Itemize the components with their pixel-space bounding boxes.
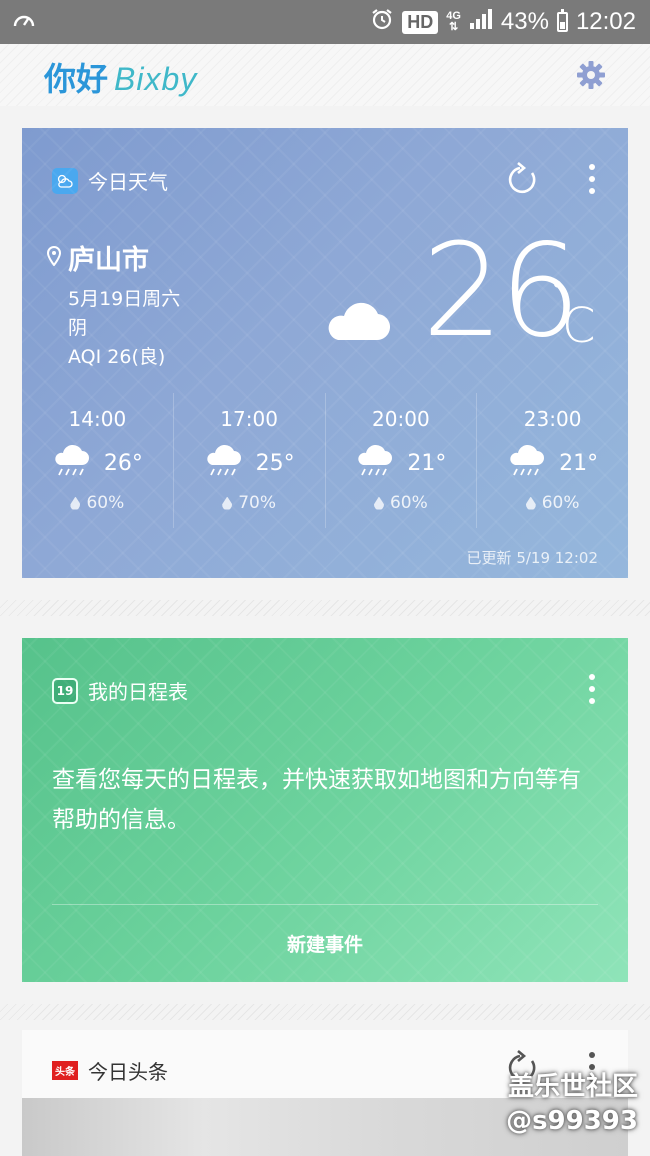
- air-quality: AQI 26(良): [68, 346, 166, 368]
- hourly-item: 20:00 21° 60%: [324, 393, 477, 528]
- battery-icon: [556, 9, 568, 32]
- raindrop-icon: [70, 496, 81, 510]
- clock: 12:02: [575, 8, 636, 35]
- temperature-unit: C: [562, 298, 596, 354]
- more-options-icon[interactable]: [588, 164, 596, 194]
- rain-cloud-icon: [507, 443, 545, 483]
- toutiao-logo: 头条: [52, 1061, 78, 1080]
- more-options-icon[interactable]: [588, 674, 596, 704]
- hour-time: 23:00: [523, 407, 582, 431]
- refresh-icon[interactable]: [504, 162, 540, 198]
- hourly-item: 17:00 25° 70%: [172, 393, 325, 528]
- rain-chance: 60%: [541, 493, 580, 513]
- news-card-title: 今日头条: [88, 1060, 168, 1084]
- calendar-icon: 19: [52, 677, 78, 704]
- city-name: 庐山市: [68, 245, 149, 276]
- signal-icon: [469, 8, 493, 37]
- speedometer-icon: [12, 10, 36, 39]
- weather-app-icon: [52, 167, 78, 194]
- raindrop-icon: [373, 496, 384, 510]
- rain-cloud-icon: [204, 443, 242, 483]
- weather-card-title: 今日天气: [88, 170, 168, 194]
- raindrop-icon: [525, 496, 536, 510]
- alarm-icon: [370, 7, 394, 38]
- rain-cloud-icon: [355, 443, 393, 483]
- weather-condition: 阴: [68, 317, 88, 339]
- news-card-header: 头条 今日头条: [52, 1056, 168, 1085]
- hour-time: 20:00: [372, 407, 430, 431]
- divider: [52, 904, 598, 905]
- card-divider: [0, 1004, 650, 1020]
- hourly-forecast: 14:00 26° 60% 17:00 25° 70% 20:00 21° 60…: [22, 393, 628, 528]
- schedule-card-title: 我的日程表: [88, 680, 188, 704]
- hourly-item: 23:00 21° 60%: [476, 393, 628, 528]
- schedule-card-header: 19 我的日程表: [52, 676, 188, 705]
- weather-card-header: 今日天气: [52, 166, 168, 195]
- rain-chance: 60%: [86, 493, 125, 513]
- app-header: 你好 Bixby: [0, 44, 650, 106]
- rain-chance: 70%: [238, 493, 277, 513]
- watermark: 盖乐世社区 @s99393: [506, 1072, 638, 1136]
- weather-date: 5月19日周六: [68, 288, 181, 310]
- rain-cloud-icon: [52, 443, 90, 483]
- hour-temp: 21°: [407, 450, 447, 476]
- schedule-card[interactable]: 19 我的日程表 查看您每天的日程表，并快速获取如地图和方向等有帮助的信息。 新…: [22, 638, 628, 982]
- location: 庐山市: [46, 238, 149, 277]
- hourly-item: 14:00 26° 60%: [22, 393, 173, 528]
- status-bar: HD 4G ⇅ 43% 12:02: [0, 0, 650, 44]
- hour-temp: 26°: [103, 450, 143, 476]
- new-event-button[interactable]: 新建事件: [22, 930, 628, 957]
- gear-icon[interactable]: [576, 60, 606, 90]
- network-type: 4G ⇅: [446, 10, 461, 33]
- hd-badge: HD: [402, 10, 439, 34]
- battery-percent: 43%: [500, 8, 549, 35]
- cloud-icon: [324, 296, 391, 346]
- hour-temp: 21°: [559, 450, 599, 476]
- bixby-logo: 你好 Bixby: [44, 61, 198, 97]
- raindrop-icon: [222, 496, 233, 510]
- schedule-description: 查看您每天的日程表，并快速获取如地图和方向等有帮助的信息。: [52, 767, 581, 833]
- weather-card[interactable]: 今日天气 庐山市 5月19日周六 阴 AQI 26(良) 26 ° C 14:0…: [22, 128, 628, 578]
- hour-temp: 25°: [255, 450, 295, 476]
- location-pin-icon: [46, 242, 62, 273]
- hour-time: 17:00: [220, 407, 278, 431]
- hour-time: 14:00: [68, 407, 127, 431]
- updated-time: 已更新 5/19 12:02: [466, 549, 598, 567]
- card-divider: [0, 600, 650, 616]
- rain-chance: 60%: [389, 493, 428, 513]
